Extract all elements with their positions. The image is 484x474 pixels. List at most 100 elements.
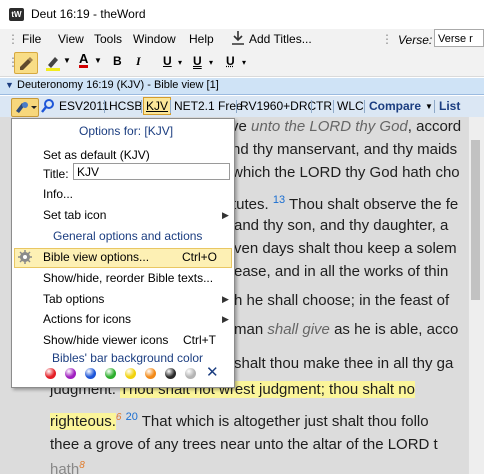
menu-header-options: Options for: [KJV] [79,124,174,138]
menu-add-titles[interactable]: Add Titles... [249,32,312,46]
verse-number: 13 [272,194,286,206]
text-line: hath8 [50,460,85,474]
bold-button[interactable]: B [113,54,122,68]
text-line: ven days shalt thou keep a solem [234,240,457,257]
color-swatch-purple[interactable] [65,368,76,379]
text-line: ve unto the LORD thy God, accord [231,118,462,135]
underline-dropdown-icon[interactable]: ▾ [178,58,182,67]
text-color-dropdown-icon[interactable]: ▼ [94,56,102,65]
text-line: h he shall choose; in the feast of [234,292,450,309]
color-swatch-blue[interactable] [85,368,96,379]
bible-tab-esv2011[interactable]: ESV2011 [59,99,109,113]
compare-button[interactable]: Compare [369,99,421,113]
title-bar: tW Deut 16:19 - theWord [0,0,484,30]
text-line: and thy son, and thy daughter, a [234,217,449,234]
highlighter-icon[interactable] [45,53,61,74]
download-icon [231,30,245,49]
menu-view[interactable]: View [58,32,84,46]
tab-separator [170,100,171,113]
bible-options-button[interactable] [11,98,39,117]
text-line: which the LORD thy God hath cho [232,164,460,181]
menu-window[interactable]: Window [133,32,176,46]
highlighted-text: righteous. [50,413,116,430]
color-swatch-green[interactable] [105,368,116,379]
title-field-label: Title: [43,167,69,181]
menu-tools[interactable]: Tools [94,32,122,46]
menu-help[interactable]: Help [189,32,214,46]
title-field[interactable]: KJV [73,163,230,180]
verse-number: 20 [125,411,138,423]
menu-tab-options[interactable]: Tab options [43,292,104,306]
tab-separator [104,100,105,113]
clear-color-icon[interactable]: ✕ [206,363,219,381]
bible-tab-net21[interactable]: NET2.1 Free [174,99,243,113]
bible-tab-rv1960[interactable]: RV1960+DRC [240,99,316,113]
color-swatch-black[interactable] [165,368,176,379]
scrollbar-thumb[interactable] [471,140,480,300]
menu-actions-for-icons[interactable]: Actions for icons [43,312,131,326]
text-line: thee a grove of any trees near unto the … [50,436,438,453]
tab-separator [141,100,142,113]
text-line: righteous.6 20 That which is altogether … [50,411,429,430]
color-swatch-gray[interactable] [185,368,196,379]
italic-button[interactable]: I [136,54,141,69]
document-tab-title: Deuteronomy 16:19 (KJV) - Bible view [1] [17,79,219,91]
menu-bar: ⋮ File View Tools Window Help Add Titles… [0,29,484,49]
menu-header-bar-color: Bibles' bar background color [52,351,204,365]
tab-separator [333,100,334,113]
text-line: shalt thou make thee in all thy ga [234,355,454,372]
highlight-mode-icon[interactable] [14,52,38,74]
dotted-underline-dropdown-icon[interactable]: ▾ [242,58,246,67]
text-line: tutes. 13 Thou shalt observe the fe [232,194,459,213]
tab-separator [434,100,435,113]
list-button[interactable]: List [439,99,460,113]
menu-show-hide-reorder[interactable]: Show/hide, reorder Bible texts... [43,271,213,285]
shortcut-ctrl-o: Ctrl+O [182,250,218,264]
app-icon: tW [9,8,24,21]
menu-show-hide-viewer-icons[interactable]: Show/hide viewer icons [43,333,168,347]
dotted-underline-button[interactable]: U [226,54,235,68]
tab-separator [311,100,312,113]
document-tab[interactable]: ▼ Deuteronomy 16:19 (KJV) - Bible view [… [0,78,484,95]
text-color-icon[interactable]: A [79,52,89,68]
shortcut-ctrl-t: Ctrl+T [183,333,216,347]
submenu-arrow-icon: ▶ [222,210,229,220]
search-icon[interactable] [41,99,55,117]
tab-collapse-icon[interactable]: ▼ [5,80,14,90]
color-swatch-orange[interactable] [145,368,156,379]
underline-button[interactable]: U [163,54,172,68]
submenu-arrow-icon: ▶ [222,314,229,324]
window-title: Deut 16:19 - theWord [31,7,146,21]
tab-separator [236,100,237,113]
format-toolbar: ⋮ ▼ A ▼ B I U ▾ U ▾ U ▾ [0,49,484,77]
bible-tab-tr[interactable]: TR [316,99,332,113]
menu-info[interactable]: Info... [43,187,73,201]
footnote-marker: 8 [79,460,85,471]
menu-header-general: General options and actions [53,229,203,243]
menu-file[interactable]: File [22,32,41,46]
bible-tab-hcsb[interactable]: HCSB [109,99,142,113]
highlighter-dropdown-icon[interactable]: ▼ [63,56,71,65]
color-swatch-yellow[interactable] [125,368,136,379]
compare-dropdown-icon[interactable]: ▼ [425,102,433,111]
double-underline-button[interactable]: U [193,54,202,68]
footnote-marker: 6 [115,412,122,423]
menu-bible-view-options[interactable]: Bible view options... [43,250,149,264]
verse-grip-icon: ⋮ [381,32,393,46]
gear-icon [18,250,32,267]
submenu-arrow-icon: ▶ [222,294,229,304]
text-line: nd thy manservant, and thy maids [232,141,458,158]
verse-label: Verse: [398,33,433,47]
double-underline-dropdown-icon[interactable]: ▾ [209,58,213,67]
verse-input[interactable]: Verse r [434,29,484,47]
text-line: ease, and in all the works of thin [234,263,449,280]
bible-tab-kjv[interactable]: KJV [143,97,172,115]
menu-set-tab-icon[interactable]: Set tab icon [43,208,106,222]
menu-set-default[interactable]: Set as default (KJV) [43,148,150,162]
menu-grip-icon: ⋮ [7,32,19,46]
text-line: man shall give as he is able, acco [234,321,459,338]
color-swatch-red[interactable] [45,368,56,379]
bible-tabs-bar: ESV2011 HCSB KJV NET2.1 Free RV1960+DRC … [0,96,484,117]
bible-tab-wlc[interactable]: WLC [337,99,364,113]
tab-separator [364,100,365,113]
